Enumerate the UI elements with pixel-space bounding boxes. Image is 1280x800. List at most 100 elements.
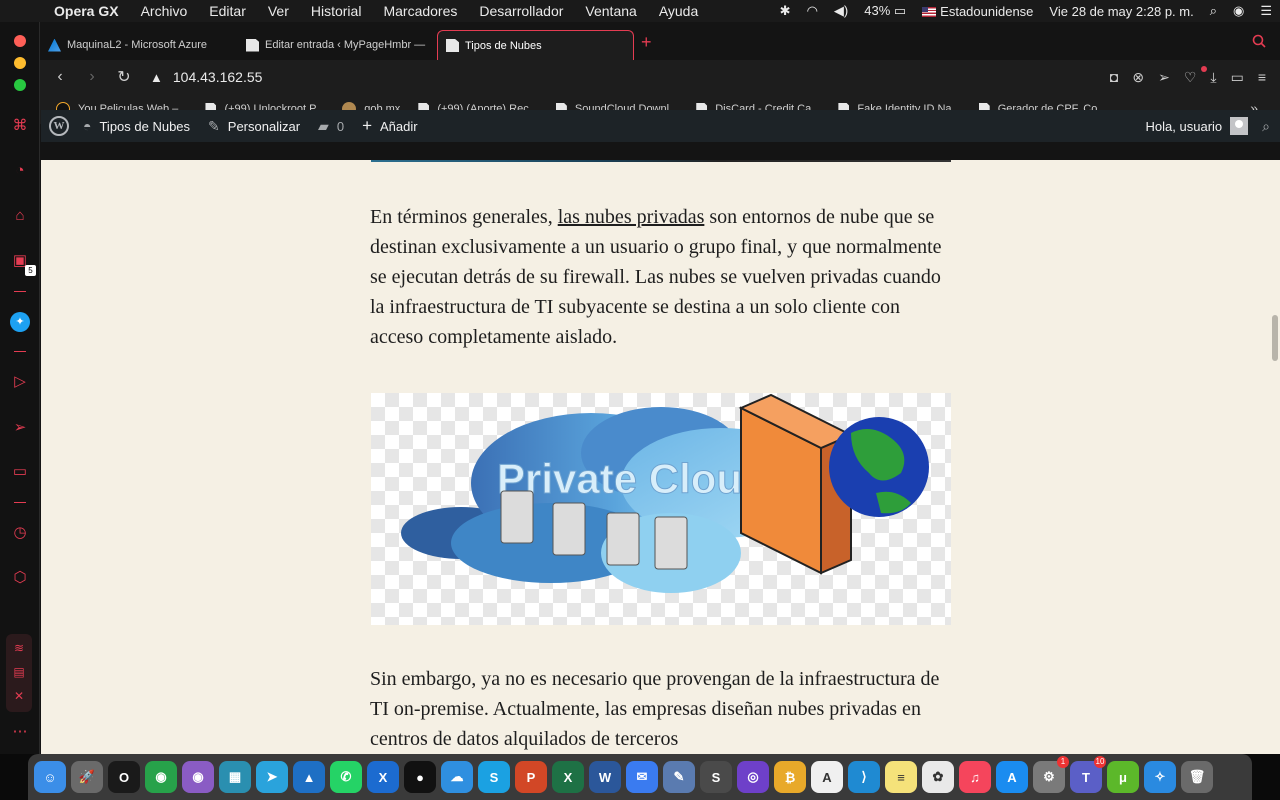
menu-ventana[interactable]: Ventana	[585, 3, 636, 19]
tab-tipos-de-nubes[interactable]: Tipos de Nubes	[437, 30, 634, 60]
dock-github[interactable]: ◎	[737, 761, 769, 793]
dock-powerpoint[interactable]: P	[515, 761, 547, 793]
close-window-button[interactable]	[14, 35, 26, 47]
minimize-window-button[interactable]	[14, 57, 26, 69]
dock-opera-gx[interactable]: O	[108, 761, 140, 793]
app-black-icon: ●	[416, 769, 424, 785]
dock-whatsapp[interactable]: ✆	[330, 761, 362, 793]
history-icon[interactable]: ◷	[10, 523, 30, 543]
heart-icon[interactable]: ♡	[1184, 69, 1197, 86]
camera-icon[interactable]: ◘	[1110, 69, 1118, 86]
us-flag-icon	[922, 7, 937, 18]
dock-app-black[interactable]: ●	[404, 761, 436, 793]
dock-safari[interactable]: ✧	[1144, 761, 1176, 793]
siri-icon[interactable]: ◉	[1233, 3, 1244, 19]
speedometer-icon[interactable]: ◔	[10, 161, 30, 181]
dock-notes[interactable]: ≡	[885, 761, 917, 793]
wordpress-logo-icon[interactable]: W	[49, 116, 69, 136]
dock-cloud-app[interactable]: ☁	[441, 761, 473, 793]
wp-search-icon[interactable]: ⌕	[1262, 118, 1270, 135]
wp-customize[interactable]: ✎ Personalizar	[208, 118, 300, 135]
twitter-icon[interactable]: ✦	[10, 312, 30, 332]
dock-music[interactable]: ♫	[959, 761, 991, 793]
download-icon[interactable]: ⤓	[1210, 69, 1216, 86]
back-button[interactable]: ‹	[44, 68, 76, 86]
trash-icon: 🗑	[1188, 769, 1206, 784]
tab-azure[interactable]: MaquinaL2 - Microsoft Azure	[40, 30, 236, 60]
dock-finder[interactable]: ☺	[34, 761, 66, 793]
dock-messenger[interactable]: ✉	[626, 761, 658, 793]
url-field[interactable]: 104.43.162.55	[173, 69, 263, 85]
adblock-icon[interactable]: ⊗	[1132, 69, 1144, 86]
dock-preview[interactable]: ✎	[663, 761, 695, 793]
menu-ver[interactable]: Ver	[268, 3, 289, 19]
dock-app-blue[interactable]: ▲	[293, 761, 325, 793]
wifi-icon[interactable]: ◠	[807, 3, 818, 19]
gx-control-panel[interactable]: ≋ ▤ ✕	[6, 634, 32, 712]
dock-word[interactable]: W	[589, 761, 621, 793]
wp-site-name[interactable]: ◓ Tipos de Nubes	[83, 118, 190, 134]
bluetooth-icon[interactable]: ✱	[780, 3, 791, 19]
sublime-icon: S	[711, 769, 721, 785]
battery-saver-icon[interactable]: ▭	[1231, 69, 1244, 86]
dock-launchpad[interactable]: 🚀	[71, 761, 103, 793]
dock-app-store[interactable]: A	[996, 761, 1028, 793]
dock-excel[interactable]: X	[552, 761, 584, 793]
wp-my-account[interactable]: Hola, usuario	[1146, 117, 1249, 135]
wp-add-new[interactable]: + Añadir	[362, 116, 418, 136]
dock-trash[interactable]: 🗑	[1181, 761, 1213, 793]
store-icon[interactable]: ⌂	[10, 206, 30, 226]
not-secure-warning-icon[interactable]: ▲	[150, 70, 163, 85]
clock[interactable]: Vie 28 de may 2:28 p. m.	[1049, 4, 1193, 19]
dock-app-teal[interactable]: ▦	[219, 761, 251, 793]
wallet-icon[interactable]: ▭	[10, 462, 30, 482]
new-tab-button[interactable]: +	[641, 32, 652, 53]
dock-sublime[interactable]: S	[700, 761, 732, 793]
dock-skype[interactable]: S	[478, 761, 510, 793]
player-icon[interactable]: ▷	[10, 372, 30, 392]
menu-historial[interactable]: Historial	[311, 3, 362, 19]
wp-comments[interactable]: ▰ 0	[318, 118, 344, 135]
dock-photos[interactable]: ✿	[922, 761, 954, 793]
spotlight-icon[interactable]: ⌕	[1210, 3, 1217, 19]
dock-xcode[interactable]: X	[367, 761, 399, 793]
dock-app-yellow[interactable]: ₿	[774, 761, 806, 793]
menu-icon[interactable]: ≡	[1258, 69, 1266, 86]
zoom-window-button[interactable]	[14, 79, 26, 91]
input-source[interactable]: Estadounidense	[922, 4, 1033, 19]
gamepad-icon[interactable]: ⌘	[10, 116, 30, 136]
tab-search-icon[interactable]	[1252, 34, 1266, 48]
page-scrollbar[interactable]	[1272, 315, 1278, 361]
box-icon[interactable]: ⬡	[10, 568, 30, 588]
menu-desarrollador[interactable]: Desarrollador	[479, 3, 563, 19]
menu-archivo[interactable]: Archivo	[141, 3, 188, 19]
control-center-icon[interactable]: ☰	[1260, 3, 1272, 19]
menu-editar[interactable]: Editar	[209, 3, 246, 19]
dock-app-white[interactable]: A	[811, 761, 843, 793]
send-icon[interactable]: ➢	[1158, 69, 1170, 86]
tab-bar: MaquinaL2 - Microsoft Azure Editar entra…	[40, 22, 1280, 60]
dock-telegram[interactable]: ➤	[256, 761, 288, 793]
reload-button[interactable]: ↻	[108, 67, 140, 87]
menu-ayuda[interactable]: Ayuda	[659, 3, 698, 19]
send-icon[interactable]: ➢	[10, 418, 30, 438]
dock-vscode[interactable]: ⟩	[848, 761, 880, 793]
dock-system-preferences[interactable]: ⚙ 1	[1033, 756, 1069, 793]
volume-icon[interactable]: ◀)	[834, 3, 848, 19]
network-limiter-icon[interactable]: ≋	[9, 638, 29, 658]
cpu-limiter-icon[interactable]: ✕	[9, 686, 29, 706]
notes-icon: ≡	[897, 769, 905, 785]
dock-app-green[interactable]: ◉	[145, 761, 177, 793]
more-options-icon[interactable]: ⋯	[10, 722, 30, 742]
dock-utorrent[interactable]: μ	[1107, 761, 1139, 793]
dock-app-purple[interactable]: ◉	[182, 761, 214, 793]
dock-teams[interactable]: T 10	[1070, 756, 1106, 793]
forward-button[interactable]: ›	[76, 68, 108, 86]
battery-status[interactable]: 43% ▭	[864, 3, 906, 19]
link-nubes-privadas[interactable]: las nubes privadas	[558, 206, 705, 228]
ram-limiter-icon[interactable]: ▤	[9, 662, 29, 682]
menu-marcadores[interactable]: Marcadores	[383, 3, 457, 19]
tab-editar-entrada[interactable]: Editar entrada ‹ MyPageHmbr —	[238, 30, 434, 60]
dashboard-icon: ◓	[83, 118, 92, 134]
app-menu[interactable]: Opera GX	[54, 3, 119, 19]
